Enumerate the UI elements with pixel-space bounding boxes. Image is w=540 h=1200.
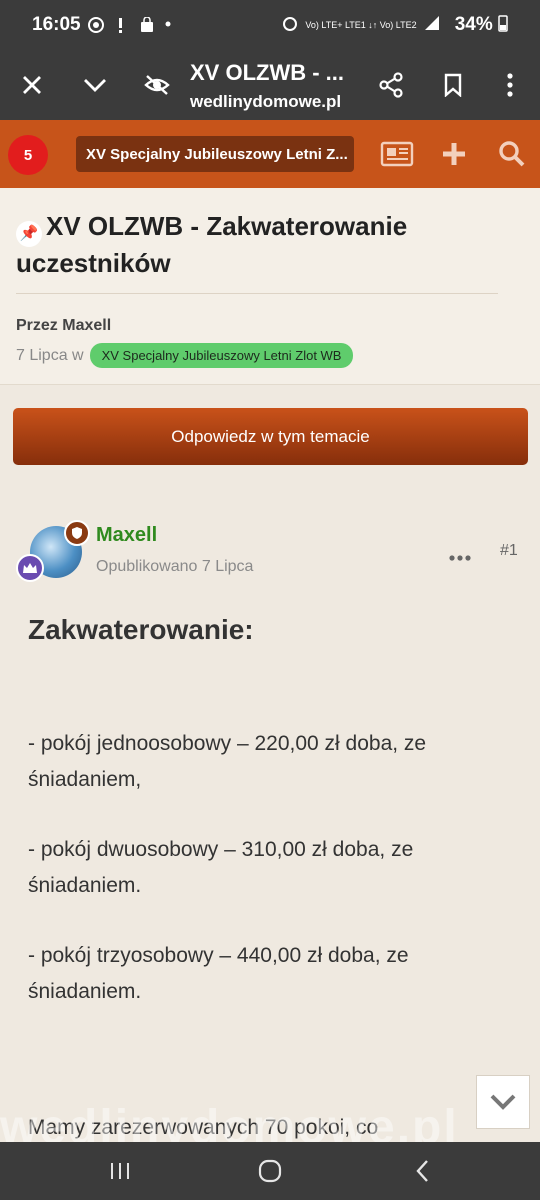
page-url[interactable]: wedlinydomowe.pl xyxy=(190,92,341,112)
bookmark-button[interactable] xyxy=(428,50,478,120)
status-network: Vo) LTE+ LTE1 ↓↑ Vo) LTE2 xyxy=(282,15,440,31)
divider xyxy=(16,293,498,294)
search-icon xyxy=(499,141,525,167)
close-tab-button[interactable] xyxy=(7,50,57,120)
shopping-bag-icon xyxy=(140,16,153,32)
topic-author[interactable]: Przez Maxell xyxy=(16,317,111,335)
topic-meta: 7 Lipca w XV Specjalny Jubileuszowy Letn… xyxy=(16,343,354,368)
post-paragraph: - pokój trzyosobowy – 440,00 zł doba, ze… xyxy=(28,944,409,1003)
status-app-icons xyxy=(88,15,171,36)
recents-icon xyxy=(111,1163,129,1179)
moderator-badge-icon xyxy=(64,520,90,546)
notification-badge[interactable]: 5 xyxy=(8,135,48,175)
home-button[interactable] xyxy=(240,1142,300,1200)
newspaper-icon xyxy=(380,141,414,167)
bookmark-icon xyxy=(444,73,462,97)
status-bar: 16:05 Vo) LTE+ LTE1 ↓↑ Vo) LTE2 34% xyxy=(0,0,540,50)
back-icon xyxy=(416,1160,428,1182)
topic-title-text: XV OLZWB - Zakwaterowanie uczestników xyxy=(16,211,408,278)
post-paragraph: - pokój dwuosobowy – 310,00 zł doba, ze … xyxy=(28,838,414,897)
post-author[interactable]: Maxell xyxy=(96,524,157,547)
activity-feed-button[interactable] xyxy=(372,120,422,188)
post-number-link[interactable]: #1 xyxy=(500,542,518,560)
network-label: Vo) LTE+ LTE1 ↓↑ Vo) LTE2 xyxy=(305,20,417,30)
hide-content-button[interactable] xyxy=(132,50,182,120)
search-button[interactable] xyxy=(487,120,537,188)
create-button[interactable] xyxy=(429,120,479,188)
post-content: Zakwaterowanie: - pokój jednoosobowy – 2… xyxy=(28,614,518,1139)
chevron-down-icon xyxy=(84,79,106,92)
topic-header: 📌 XV OLZWB - Zakwaterowanie uczestników P… xyxy=(0,188,540,385)
battery-level: 34% xyxy=(455,14,508,36)
more-vertical-icon xyxy=(507,73,513,97)
minimize-button[interactable] xyxy=(70,50,120,120)
forum-tag[interactable]: XV Specjalny Jubileuszowy Letni Zlot WB xyxy=(89,343,354,368)
chrome-icon xyxy=(88,17,104,33)
post: Maxell Opublikowano 7 Lipca #1 Zakwatero… xyxy=(0,492,540,1142)
alert-icon xyxy=(119,18,123,33)
post-heading: Zakwaterowanie: xyxy=(28,614,254,645)
dot-icon xyxy=(165,21,171,27)
post-options-button[interactable] xyxy=(449,542,471,568)
browser-toolbar: XV OLZWB - ... wedlinydomowe.pl xyxy=(0,50,540,120)
overflow-menu-button[interactable] xyxy=(485,50,535,120)
plus-icon xyxy=(443,143,465,165)
signal-icon xyxy=(425,16,439,30)
more-horizontal-icon xyxy=(449,555,471,561)
battery-icon xyxy=(498,15,508,32)
share-button[interactable] xyxy=(366,50,416,120)
rank-crown-icon xyxy=(16,554,44,582)
breadcrumb[interactable]: XV Specjalny Jubileuszowy Letni Z... xyxy=(76,136,354,172)
chevron-down-icon xyxy=(490,1094,516,1110)
home-icon xyxy=(258,1159,282,1183)
recent-apps-button[interactable] xyxy=(90,1142,150,1200)
back-button[interactable] xyxy=(392,1142,452,1200)
scroll-down-button[interactable] xyxy=(476,1075,530,1129)
page-title: XV OLZWB - ... xyxy=(190,60,344,85)
eye-off-icon xyxy=(144,75,170,95)
close-icon xyxy=(23,76,41,94)
topic-title: 📌 XV OLZWB - Zakwaterowanie uczestników xyxy=(16,210,516,279)
post-paragraph: - pokój jednoosobowy – 220,00 zł doba, z… xyxy=(28,732,427,791)
alarm-icon xyxy=(283,17,297,31)
pin-icon: 📌 xyxy=(16,221,42,247)
share-icon xyxy=(379,72,403,98)
reply-to-topic-button[interactable]: Odpowiedz w tym temacie xyxy=(13,408,528,465)
topic-date: 7 Lipca w xyxy=(16,346,84,364)
site-header: 5 XV Specjalny Jubileuszowy Letni Z... xyxy=(0,120,540,188)
post-date: Opublikowano 7 Lipca xyxy=(96,558,254,575)
system-navigation-bar xyxy=(0,1142,540,1200)
status-time: 16:05 xyxy=(32,14,81,35)
battery-text: 34% xyxy=(454,14,493,35)
